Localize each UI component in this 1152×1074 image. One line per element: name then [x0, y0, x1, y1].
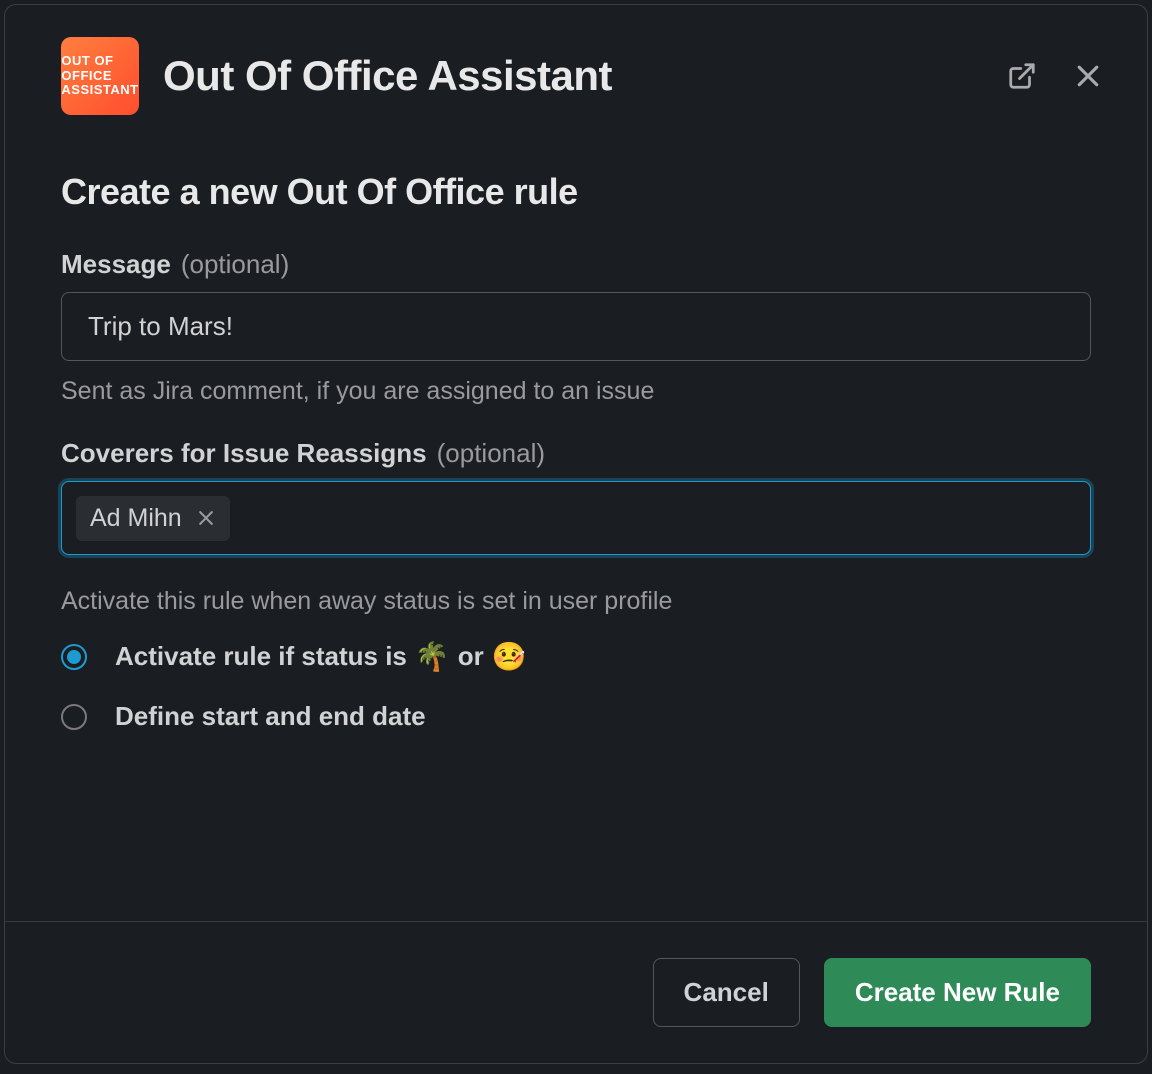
coverers-label-optional: (optional)	[437, 438, 545, 469]
app-icon: OUT OFOFFICEASSISTANT	[61, 37, 139, 115]
coverers-label: Coverers for Issue Reassigns (optional)	[61, 438, 1091, 469]
palm-tree-emoji-icon: 🌴	[415, 640, 450, 673]
modal-title: Out Of Office Assistant	[163, 52, 979, 100]
sick-face-emoji-icon: 🤒	[492, 640, 527, 673]
activation-hint: Activate this rule when away status is s…	[61, 587, 1091, 616]
radio-option-status[interactable]: Activate rule if status is 🌴 or 🤒	[61, 640, 1091, 673]
radio-indicator-unselected	[61, 704, 87, 730]
message-label: Message (optional)	[61, 249, 1091, 280]
header-actions	[1003, 57, 1107, 95]
message-field-group: Message (optional) Sent as Jira comment,…	[61, 249, 1091, 406]
coverers-field-group: Coverers for Issue Reassigns (optional) …	[61, 438, 1091, 555]
section-title: Create a new Out Of Office rule	[61, 171, 1091, 213]
message-label-text: Message	[61, 249, 171, 280]
modal-header: OUT OFOFFICEASSISTANT Out Of Office Assi…	[5, 5, 1147, 139]
create-rule-button[interactable]: Create New Rule	[824, 958, 1091, 1027]
open-external-button[interactable]	[1003, 57, 1041, 95]
modal-dialog: OUT OFOFFICEASSISTANT Out Of Office Assi…	[4, 4, 1148, 1064]
coverers-label-text: Coverers for Issue Reassigns	[61, 438, 427, 469]
message-label-optional: (optional)	[181, 249, 289, 280]
radio-label-dates: Define start and end date	[115, 701, 426, 732]
radio-label-status-pre: Activate rule if status is	[115, 641, 407, 672]
remove-icon	[196, 508, 216, 528]
modal-footer: Cancel Create New Rule	[5, 921, 1147, 1063]
close-button[interactable]	[1069, 57, 1107, 95]
app-icon-text: OUT OFOFFICEASSISTANT	[53, 54, 146, 99]
message-help-text: Sent as Jira comment, if you are assigne…	[61, 377, 1091, 406]
coverer-chip-label: Ad Mihn	[90, 504, 182, 533]
close-icon	[1073, 61, 1103, 91]
coverers-multiselect[interactable]: Ad Mihn	[61, 481, 1091, 555]
coverer-chip: Ad Mihn	[76, 496, 230, 541]
message-input[interactable]	[61, 292, 1091, 361]
radio-option-dates[interactable]: Define start and end date	[61, 701, 1091, 732]
external-link-icon	[1007, 61, 1037, 91]
radio-indicator-selected	[61, 644, 87, 670]
cancel-button[interactable]: Cancel	[653, 958, 800, 1027]
radio-label-status: Activate rule if status is 🌴 or 🤒	[115, 640, 527, 673]
radio-label-status-connector: or	[458, 641, 484, 672]
modal-body: Create a new Out Of Office rule Message …	[5, 139, 1147, 921]
remove-coverer-button[interactable]	[196, 508, 216, 528]
